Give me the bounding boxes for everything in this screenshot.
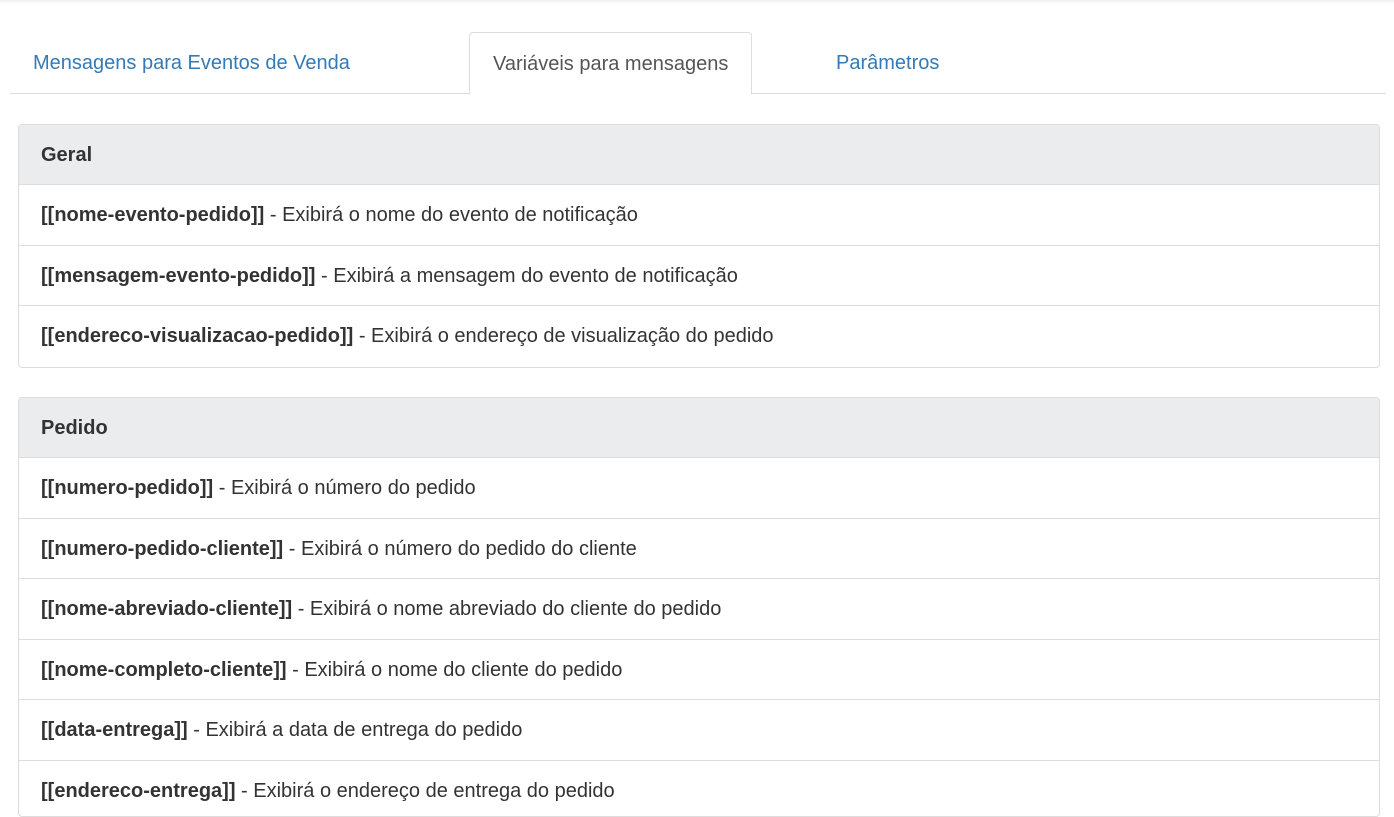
top-shadow bbox=[0, 0, 1394, 4]
list-item: [[endereco-visualizacao-pedido]] - Exibi… bbox=[19, 306, 1379, 367]
variable-name: [[numero-pedido-cliente]] bbox=[41, 538, 283, 560]
panel-pedido: Pedido [[numero-pedido]] - Exibirá o núm… bbox=[18, 397, 1380, 817]
panel-heading: Geral bbox=[19, 125, 1379, 185]
variable-name: [[numero-pedido]] bbox=[41, 477, 213, 499]
list-item: [[nome-completo-cliente]] - Exibirá o no… bbox=[19, 640, 1379, 701]
variable-description: - Exibirá a mensagem do evento de notifi… bbox=[315, 265, 737, 287]
list-item: [[nome-evento-pedido]] - Exibirá o nome … bbox=[19, 185, 1379, 246]
list-item: [[nome-abreviado-cliente]] - Exibirá o n… bbox=[19, 579, 1379, 640]
tab-bar: Mensagens para Eventos de Venda Variávei… bbox=[10, 32, 1386, 94]
variable-name: [[data-entrega]] bbox=[41, 719, 188, 741]
variable-name: [[nome-abreviado-cliente]] bbox=[41, 598, 292, 620]
variable-description: - Exibirá o nome do evento de notificaçã… bbox=[264, 204, 638, 226]
variable-name: [[nome-completo-cliente]] bbox=[41, 659, 287, 681]
variable-description: - Exibirá o endereço de visualização do … bbox=[353, 325, 773, 347]
variable-description: - Exibirá o nome abreviado do cliente do… bbox=[292, 598, 721, 620]
tab-parametros[interactable]: Parâmetros bbox=[813, 32, 962, 94]
tab-mensagens-eventos-venda[interactable]: Mensagens para Eventos de Venda bbox=[10, 32, 373, 94]
list-item: [[endereco-entrega]] - Exibirá o endereç… bbox=[19, 761, 1379, 817]
variable-name: [[nome-evento-pedido]] bbox=[41, 204, 264, 226]
list-item: [[numero-pedido]] - Exibirá o número do … bbox=[19, 458, 1379, 519]
variable-description: - Exibirá o número do pedido do cliente bbox=[283, 538, 637, 560]
variable-description: - Exibirá o número do pedido bbox=[213, 477, 475, 499]
variable-description: - Exibirá o nome do cliente do pedido bbox=[287, 659, 623, 681]
panel-geral: Geral [[nome-evento-pedido]] - Exibirá o… bbox=[18, 124, 1380, 368]
variable-description: - Exibirá o endereço de entrega do pedid… bbox=[235, 780, 614, 802]
tab-variaveis-mensagens[interactable]: Variáveis para mensagens bbox=[469, 32, 752, 95]
list-item: [[mensagem-evento-pedido]] - Exibirá a m… bbox=[19, 246, 1379, 307]
variable-name: [[mensagem-evento-pedido]] bbox=[41, 265, 315, 287]
list-item: [[data-entrega]] - Exibirá a data de ent… bbox=[19, 700, 1379, 761]
list-item: [[numero-pedido-cliente]] - Exibirá o nú… bbox=[19, 519, 1379, 580]
variable-description: - Exibirá a data de entrega do pedido bbox=[188, 719, 523, 741]
variable-name: [[endereco-entrega]] bbox=[41, 780, 235, 802]
variable-name: [[endereco-visualizacao-pedido]] bbox=[41, 325, 353, 347]
panel-heading: Pedido bbox=[19, 398, 1379, 458]
